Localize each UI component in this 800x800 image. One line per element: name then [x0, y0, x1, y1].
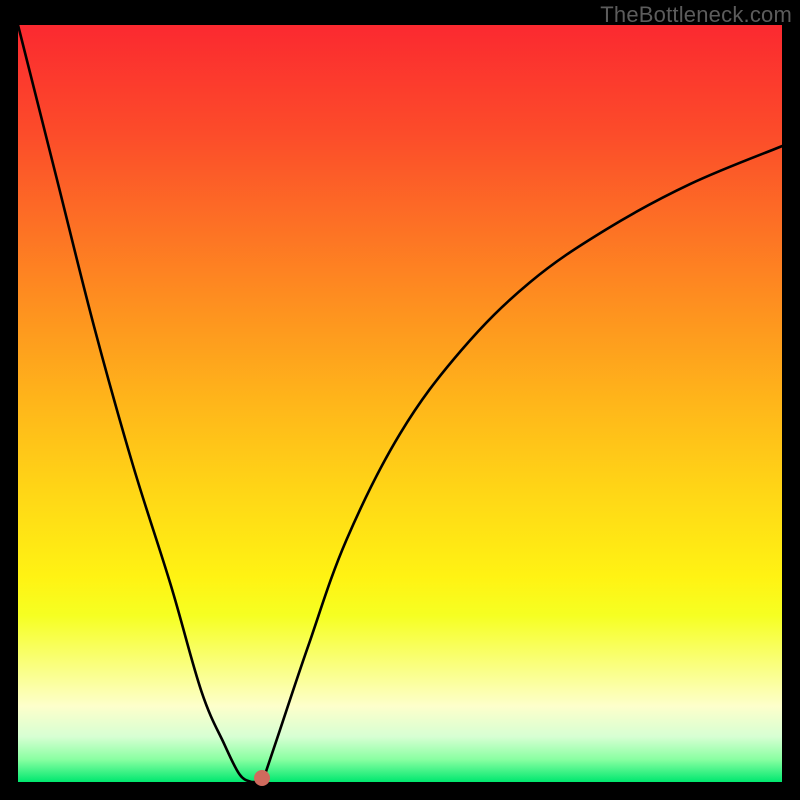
plot-area: [18, 25, 782, 782]
bottleneck-curve: [18, 25, 782, 782]
chart-frame: TheBottleneck.com: [0, 0, 800, 800]
attribution-text: TheBottleneck.com: [600, 2, 792, 28]
curve-left-branch: [18, 25, 251, 782]
optimum-marker: [254, 770, 270, 786]
curve-right-branch: [262, 146, 782, 782]
